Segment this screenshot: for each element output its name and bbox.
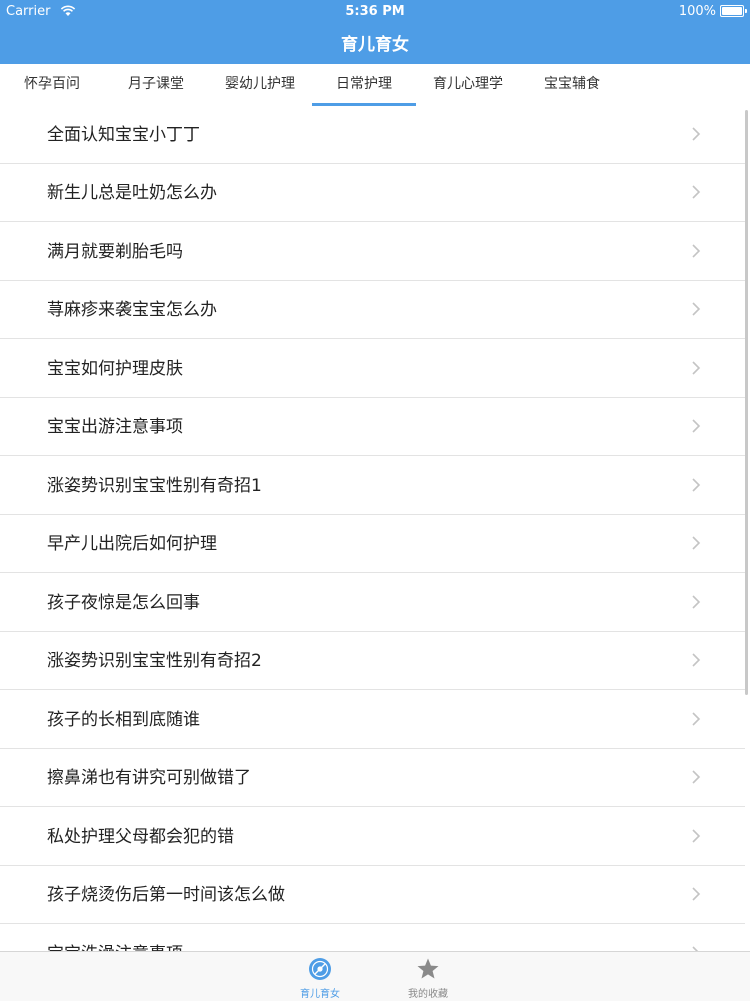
list-item[interactable]: 宝宝洗澡注意事项 [0, 925, 745, 951]
battery-percent: 100% [678, 4, 716, 19]
star-icon [417, 958, 439, 979]
list-item[interactable]: 满月就要剃胎毛吗 [0, 223, 745, 281]
tab-pregnancy-faq[interactable]: 怀孕百问 [0, 64, 104, 106]
tab-label: 育儿心理学 [433, 76, 503, 92]
list-item-title: 满月就要剃胎毛吗 [47, 242, 183, 262]
list-item-title: 宝宝出游注意事项 [47, 417, 183, 437]
tab-label: 日常护理 [336, 76, 392, 92]
list-item[interactable]: 荨麻疹来袭宝宝怎么办 [0, 281, 745, 339]
chevron-right-icon [692, 653, 701, 667]
list-item[interactable]: 全面认知宝宝小丁丁 [0, 106, 745, 164]
tab-label: 宝宝辅食 [544, 76, 600, 92]
tabbar-label: 育儿育女 [300, 989, 340, 1000]
list-item-title: 宝宝如何护理皮肤 [47, 359, 183, 379]
list-item[interactable]: 宝宝出游注意事项 [0, 398, 745, 456]
category-tabs: 怀孕百问 月子课堂 婴幼儿护理 日常护理 育儿心理学 宝宝辅食 [0, 64, 625, 107]
chevron-right-icon [692, 419, 701, 433]
tab-daily-care[interactable]: 日常护理 [312, 64, 416, 106]
list-item[interactable]: 涨姿势识别宝宝性别有奇招2 [0, 632, 745, 690]
article-list: 全面认知宝宝小丁丁 新生儿总是吐奶怎么办 满月就要剃胎毛吗 荨麻疹来袭宝宝怎么办… [0, 106, 745, 951]
list-item-title: 私处护理父母都会犯的错 [47, 827, 234, 847]
chevron-right-icon [692, 536, 701, 550]
chevron-right-icon [692, 127, 701, 141]
tabbar-label: 我的收藏 [408, 989, 448, 1000]
chevron-right-icon [692, 712, 701, 726]
list-item[interactable]: 涨姿势识别宝宝性别有奇招1 [0, 457, 745, 515]
list-item[interactable]: 孩子夜惊是怎么回事 [0, 574, 745, 632]
list-item-title: 孩子夜惊是怎么回事 [47, 593, 200, 613]
tabbar-item-favorites[interactable]: 我的收藏 [383, 952, 473, 1001]
chevron-right-icon [692, 185, 701, 199]
list-item-title: 涨姿势识别宝宝性别有奇招1 [47, 476, 262, 496]
chevron-right-icon [692, 770, 701, 784]
tab-label: 月子课堂 [128, 76, 184, 92]
status-time: 5:36 PM [345, 4, 405, 19]
list-item-title: 荨麻疹来袭宝宝怎么办 [47, 300, 217, 320]
battery-icon [720, 5, 747, 17]
chevron-right-icon [692, 361, 701, 375]
tab-infant-care[interactable]: 婴幼儿护理 [208, 64, 312, 106]
tab-baby-food[interactable]: 宝宝辅食 [520, 64, 624, 106]
list-item-title: 新生儿总是吐奶怎么办 [47, 183, 217, 203]
list-item[interactable]: 私处护理父母都会犯的错 [0, 808, 745, 866]
chevron-right-icon [692, 302, 701, 316]
list-item[interactable]: 宝宝如何护理皮肤 [0, 340, 745, 398]
tab-label: 怀孕百问 [24, 76, 80, 92]
list-item-title: 孩子烧烫伤后第一时间该怎么做 [47, 885, 285, 905]
list-item-title: 孩子的长相到底随谁 [47, 710, 200, 730]
tab-confinement-class[interactable]: 月子课堂 [104, 64, 208, 106]
list-item[interactable]: 新生儿总是吐奶怎么办 [0, 164, 745, 222]
list-item[interactable]: 孩子的长相到底随谁 [0, 691, 745, 749]
chevron-right-icon [692, 829, 701, 843]
list-item[interactable]: 早产儿出院后如何护理 [0, 515, 745, 573]
chevron-right-icon [692, 595, 701, 609]
tab-child-psychology[interactable]: 育儿心理学 [416, 64, 520, 106]
tabbar-item-parenting[interactable]: 育儿育女 [275, 952, 365, 1001]
chevron-right-icon [692, 478, 701, 492]
list-item[interactable]: 擦鼻涕也有讲究可别做错了 [0, 749, 745, 807]
chevron-right-icon [692, 887, 701, 901]
disc-icon [309, 958, 331, 980]
tab-label: 婴幼儿护理 [225, 76, 295, 92]
chevron-right-icon [692, 244, 701, 258]
list-item-title: 宝宝洗澡注意事项 [47, 925, 183, 951]
list-item-title: 擦鼻涕也有讲究可别做错了 [47, 768, 251, 788]
list-item-title: 涨姿势识别宝宝性别有奇招2 [47, 651, 262, 671]
list-item-title: 早产儿出院后如何护理 [47, 534, 217, 554]
nav-bar: Carrier 5:36 PM 100% 育儿育女 [0, 0, 750, 64]
list-item-title: 全面认知宝宝小丁丁 [47, 125, 200, 145]
status-bar: Carrier 5:36 PM 100% [0, 0, 750, 22]
list-item[interactable]: 孩子烧烫伤后第一时间该怎么做 [0, 866, 745, 924]
scrollbar[interactable] [745, 110, 748, 695]
tab-bar: 育儿育女 我的收藏 [0, 951, 750, 1001]
page-title: 育儿育女 [341, 35, 409, 55]
